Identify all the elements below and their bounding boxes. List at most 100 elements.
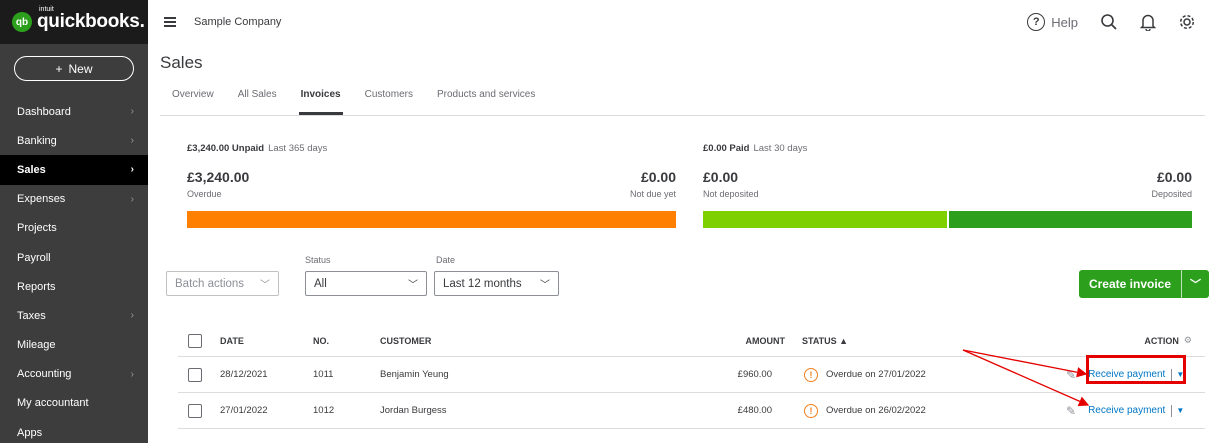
column-customer[interactable]: CUSTOMER — [380, 325, 431, 356]
unpaid-period: Last 365 days — [268, 143, 328, 154]
date-filter-value: Last 12 months — [443, 277, 522, 290]
row-checkbox[interactable] — [188, 367, 202, 382]
overdue-bar[interactable] — [187, 211, 676, 228]
row-date: 27/01/2022 — [220, 405, 268, 416]
sidebar-item-taxes[interactable]: Taxes › — [0, 301, 148, 330]
not-deposited-amount: £0.00 — [703, 169, 739, 185]
row-status: Overdue on 27/01/2022 — [826, 369, 926, 380]
paid-summary-heading: £0.00 Paid Last 30 days — [703, 143, 807, 154]
sidebar-nav: Dashboard › Banking › Sales › Expenses › Pro… — [0, 97, 148, 443]
row-customer: Benjamin Yeung — [380, 369, 449, 380]
sidebar-item-label: Payroll — [17, 251, 51, 264]
table-row[interactable]: 27/01/2022 1012 Jordan Burgess £480.00 !… — [178, 393, 1205, 429]
new-button[interactable]: + New — [14, 56, 134, 81]
help-button[interactable]: ? Help — [1027, 13, 1078, 31]
sidebar-item-mileage[interactable]: Mileage — [0, 331, 148, 360]
unpaid-summary-heading: £3,240.00 Unpaid Last 365 days — [187, 143, 327, 154]
chevron-right-icon: › — [130, 135, 134, 147]
sidebar-item-sales[interactable]: Sales › — [0, 155, 148, 185]
tab-all-sales[interactable]: All Sales — [238, 89, 277, 115]
not-deposited-label: Not deposited — [703, 189, 759, 199]
receive-payment-link[interactable]: Receive payment — [1088, 369, 1165, 380]
sidebar-item-label: Taxes — [17, 309, 46, 322]
pencil-icon[interactable]: ✎ — [1066, 368, 1076, 382]
pencil-icon[interactable]: ✎ — [1066, 404, 1076, 418]
chevron-right-icon: › — [130, 164, 134, 176]
gear-icon[interactable]: ⚙ — [1184, 335, 1192, 346]
paid-period: Last 30 days — [753, 143, 808, 154]
page-title: Sales — [160, 53, 203, 72]
sidebar-item-banking[interactable]: Banking › — [0, 126, 148, 155]
deposited-bar[interactable] — [949, 211, 1192, 228]
sidebar-item-label: Mileage — [17, 339, 56, 352]
chevron-down-icon: ﹀ — [540, 280, 550, 291]
chevron-right-icon: › — [130, 310, 134, 322]
chevron-down-icon[interactable]: ﹀ — [1182, 276, 1209, 292]
sidebar-item-label: Banking — [17, 134, 57, 147]
sidebar-item-accounting[interactable]: Accounting › — [0, 360, 148, 389]
date-filter-select[interactable]: Last 12 months ﹀ — [434, 271, 559, 296]
tab-customers[interactable]: Customers — [365, 89, 413, 115]
quickbooks-wordmark: intuit quickbooks. — [37, 6, 145, 33]
new-button-label: New — [68, 61, 93, 76]
chevron-right-icon: › — [130, 106, 134, 118]
column-status[interactable]: STATUS ▲ — [802, 325, 848, 356]
table-header: DATE NO. CUSTOMER AMOUNT STATUS ▲ ACTION… — [178, 325, 1205, 357]
chevron-down-icon: ﹀ — [408, 280, 418, 291]
paid-total: £0.00 Paid — [703, 143, 750, 154]
sidebar-item-dashboard[interactable]: Dashboard › — [0, 97, 148, 126]
deposited-label: Deposited — [1151, 189, 1192, 199]
sidebar-item-reports[interactable]: Reports — [0, 272, 148, 301]
row-status: Overdue on 26/02/2022 — [826, 405, 926, 416]
sidebar-item-projects[interactable]: Projects — [0, 214, 148, 243]
company-name: Sample Company — [194, 16, 282, 28]
sidebar-item-payroll[interactable]: Payroll — [0, 243, 148, 272]
column-amount[interactable]: AMOUNT — [698, 325, 786, 356]
table-row[interactable]: 28/12/2021 1011 Benjamin Yeung £960.00 !… — [178, 357, 1205, 393]
column-no[interactable]: NO. — [313, 325, 329, 356]
row-date: 28/12/2021 — [220, 369, 268, 380]
deposited-amount: £0.00 — [1156, 169, 1192, 185]
search-icon[interactable] — [1100, 13, 1118, 31]
tab-products-and-services[interactable]: Products and services — [437, 89, 535, 115]
warning-icon: ! — [804, 403, 818, 418]
caret-down-icon[interactable]: ▼ — [1176, 370, 1184, 379]
select-all-checkbox[interactable] — [188, 333, 202, 348]
quickbooks-name: quickbooks. — [37, 11, 145, 32]
row-checkbox[interactable] — [188, 403, 202, 418]
not-due-label: Not due yet — [629, 189, 676, 199]
column-date[interactable]: DATE — [220, 325, 244, 356]
sidebar-item-expenses[interactable]: Expenses › — [0, 185, 148, 214]
logo-bar: qb intuit quickbooks. — [0, 0, 148, 44]
caret-down-icon[interactable]: ▼ — [1176, 406, 1184, 415]
batch-actions-dropdown[interactable]: Batch actions ﹀ — [166, 271, 279, 296]
not-deposited-bar[interactable] — [703, 211, 947, 228]
tab-overview[interactable]: Overview — [172, 89, 214, 115]
sidebar-item-label: Dashboard — [17, 105, 71, 118]
chevron-right-icon: › — [130, 193, 134, 205]
create-invoice-button[interactable]: Create invoice ﹀ — [1079, 270, 1209, 298]
gear-icon[interactable] — [1178, 13, 1196, 31]
sidebar-item-label: My accountant — [17, 397, 89, 410]
row-number: 1012 — [313, 405, 335, 416]
status-filter-select[interactable]: All ﹀ — [305, 271, 427, 296]
button-separator — [1181, 270, 1182, 298]
sidebar-item-apps[interactable]: Apps — [0, 418, 148, 443]
sidebar-item-label: Reports — [17, 280, 56, 293]
sidebar: qb intuit quickbooks. + New Dashboard › B… — [0, 0, 148, 443]
sidebar-item-my-accountant[interactable]: My accountant — [0, 389, 148, 418]
hamburger-menu-icon[interactable] — [164, 15, 176, 29]
row-number: 1011 — [313, 369, 334, 380]
receive-payment-link[interactable]: Receive payment — [1088, 405, 1165, 416]
sidebar-item-label: Sales — [17, 163, 46, 176]
date-filter-label: Date — [436, 255, 456, 265]
quickbooks-logo-icon[interactable]: qb — [12, 12, 32, 32]
overdue-amount: £3,240.00 — [187, 169, 250, 185]
bell-icon[interactable] — [1140, 13, 1156, 31]
unpaid-total: £3,240.00 Unpaid — [187, 143, 265, 154]
sidebar-item-label: Apps — [17, 426, 43, 439]
tab-invoices[interactable]: Invoices — [298, 89, 343, 115]
create-invoice-label: Create invoice — [1088, 277, 1172, 291]
question-circle-icon: ? — [1027, 13, 1046, 31]
not-due-amount: £0.00 — [640, 169, 676, 185]
